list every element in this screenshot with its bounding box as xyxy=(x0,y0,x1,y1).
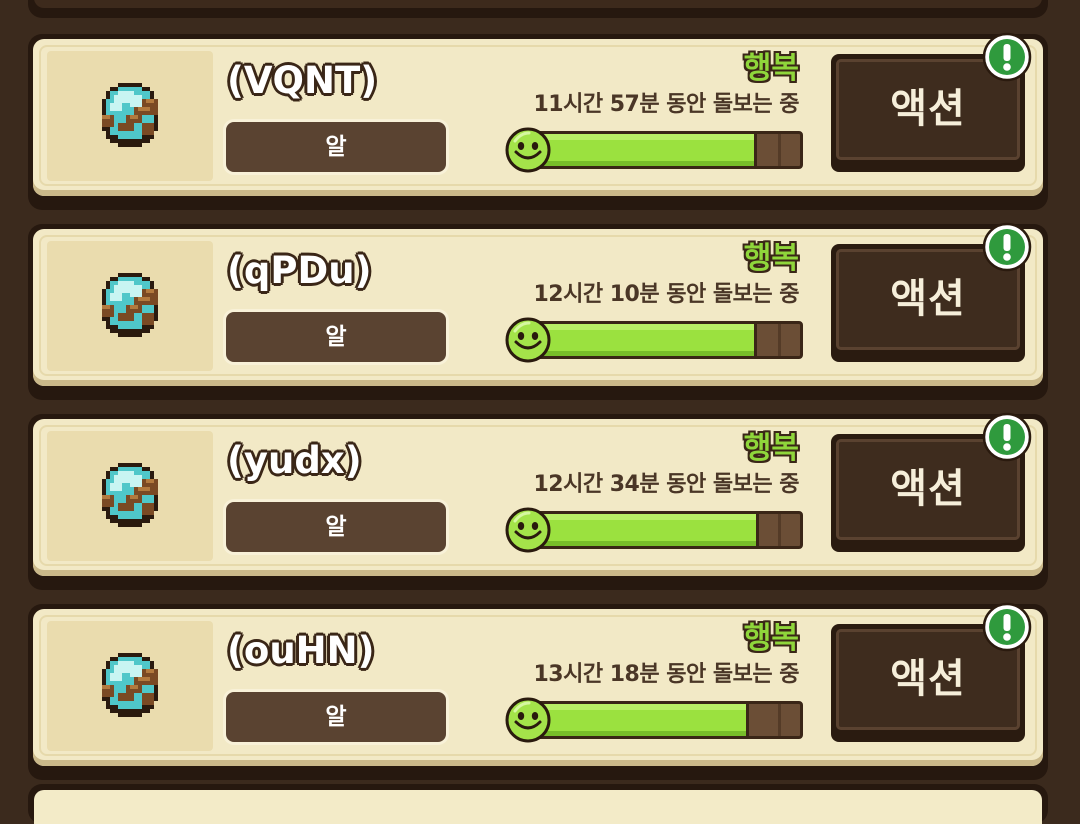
mood-bar-fill xyxy=(528,704,749,736)
stage-badge: 알 xyxy=(226,502,446,552)
egg-icon xyxy=(102,653,158,717)
pet-card-body: (yudx) 알 행복 12시간 34분 동안 돌보는 중 액션 xyxy=(33,419,1043,576)
pet-icon-panel xyxy=(47,51,213,181)
care-time-text: 12시간 10분 동안 돌보는 중 xyxy=(533,282,799,307)
mood-bar xyxy=(505,317,803,363)
mood-bar-fill xyxy=(528,324,757,356)
pet-name: (yudx) xyxy=(226,438,363,483)
smiley-icon xyxy=(505,507,551,553)
previous-card-edge xyxy=(28,0,1048,18)
mood-bar xyxy=(505,507,803,553)
exclamation-icon[interactable] xyxy=(982,32,1032,82)
mood-bar-tick xyxy=(778,324,782,356)
pet-list: (VQNT) 알 행복 11시간 57분 동안 돌보는 중 액션 (qPDu) … xyxy=(0,0,1080,824)
smiley-icon xyxy=(505,697,551,743)
smiley-icon xyxy=(505,317,551,363)
care-time-text: 13시간 18분 동안 돌보는 중 xyxy=(533,662,799,687)
mood-bar-track xyxy=(525,701,803,739)
mood-bar-fill xyxy=(528,514,760,546)
mood-bar-track xyxy=(525,511,803,549)
pet-name: (ouHN) xyxy=(226,628,376,673)
pet-name: (VQNT) xyxy=(226,58,378,103)
egg-icon xyxy=(102,83,158,147)
egg-icon xyxy=(102,273,158,337)
pet-card-body: (ouHN) 알 행복 13시간 18분 동안 돌보는 중 액션 xyxy=(33,609,1043,766)
mood-label: 행복 xyxy=(743,621,799,656)
mood-bar-tick xyxy=(778,514,782,546)
next-card-edge xyxy=(28,784,1048,824)
exclamation-icon[interactable] xyxy=(982,602,1032,652)
mood-bar xyxy=(505,127,803,173)
egg-icon xyxy=(102,463,158,527)
pet-card[interactable]: (VQNT) 알 행복 11시간 57분 동안 돌보는 중 액션 xyxy=(28,32,1048,210)
pet-name: (qPDu) xyxy=(226,248,372,293)
pet-card-body: (VQNT) 알 행복 11시간 57분 동안 돌보는 중 액션 xyxy=(33,39,1043,196)
pet-card[interactable]: (ouHN) 알 행복 13시간 18분 동안 돌보는 중 액션 xyxy=(28,602,1048,780)
mood-bar-tick xyxy=(778,134,782,166)
mood-bar-track xyxy=(525,321,803,359)
care-time-text: 11시간 57분 동안 돌보는 중 xyxy=(533,92,799,117)
pet-icon-panel xyxy=(47,241,213,371)
mood-bar-track xyxy=(525,131,803,169)
care-time-text: 12시간 34분 동안 돌보는 중 xyxy=(533,472,799,497)
mood-bar-tick xyxy=(778,704,782,736)
pet-icon-panel xyxy=(47,621,213,751)
mood-label: 행복 xyxy=(743,241,799,276)
exclamation-icon[interactable] xyxy=(982,222,1032,272)
mood-bar xyxy=(505,697,803,743)
pet-card[interactable]: (yudx) 알 행복 12시간 34분 동안 돌보는 중 액션 xyxy=(28,412,1048,590)
pet-card-body: (qPDu) 알 행복 12시간 10분 동안 돌보는 중 액션 xyxy=(33,229,1043,386)
pet-card[interactable]: (qPDu) 알 행복 12시간 10분 동안 돌보는 중 액션 xyxy=(28,222,1048,400)
pet-icon-panel xyxy=(47,431,213,561)
mood-label: 행복 xyxy=(743,51,799,86)
exclamation-icon[interactable] xyxy=(982,412,1032,462)
mood-label: 행복 xyxy=(743,431,799,466)
stage-badge: 알 xyxy=(226,312,446,362)
mood-bar-fill xyxy=(528,134,757,166)
stage-badge: 알 xyxy=(226,122,446,172)
stage-badge: 알 xyxy=(226,692,446,742)
smiley-icon xyxy=(505,127,551,173)
